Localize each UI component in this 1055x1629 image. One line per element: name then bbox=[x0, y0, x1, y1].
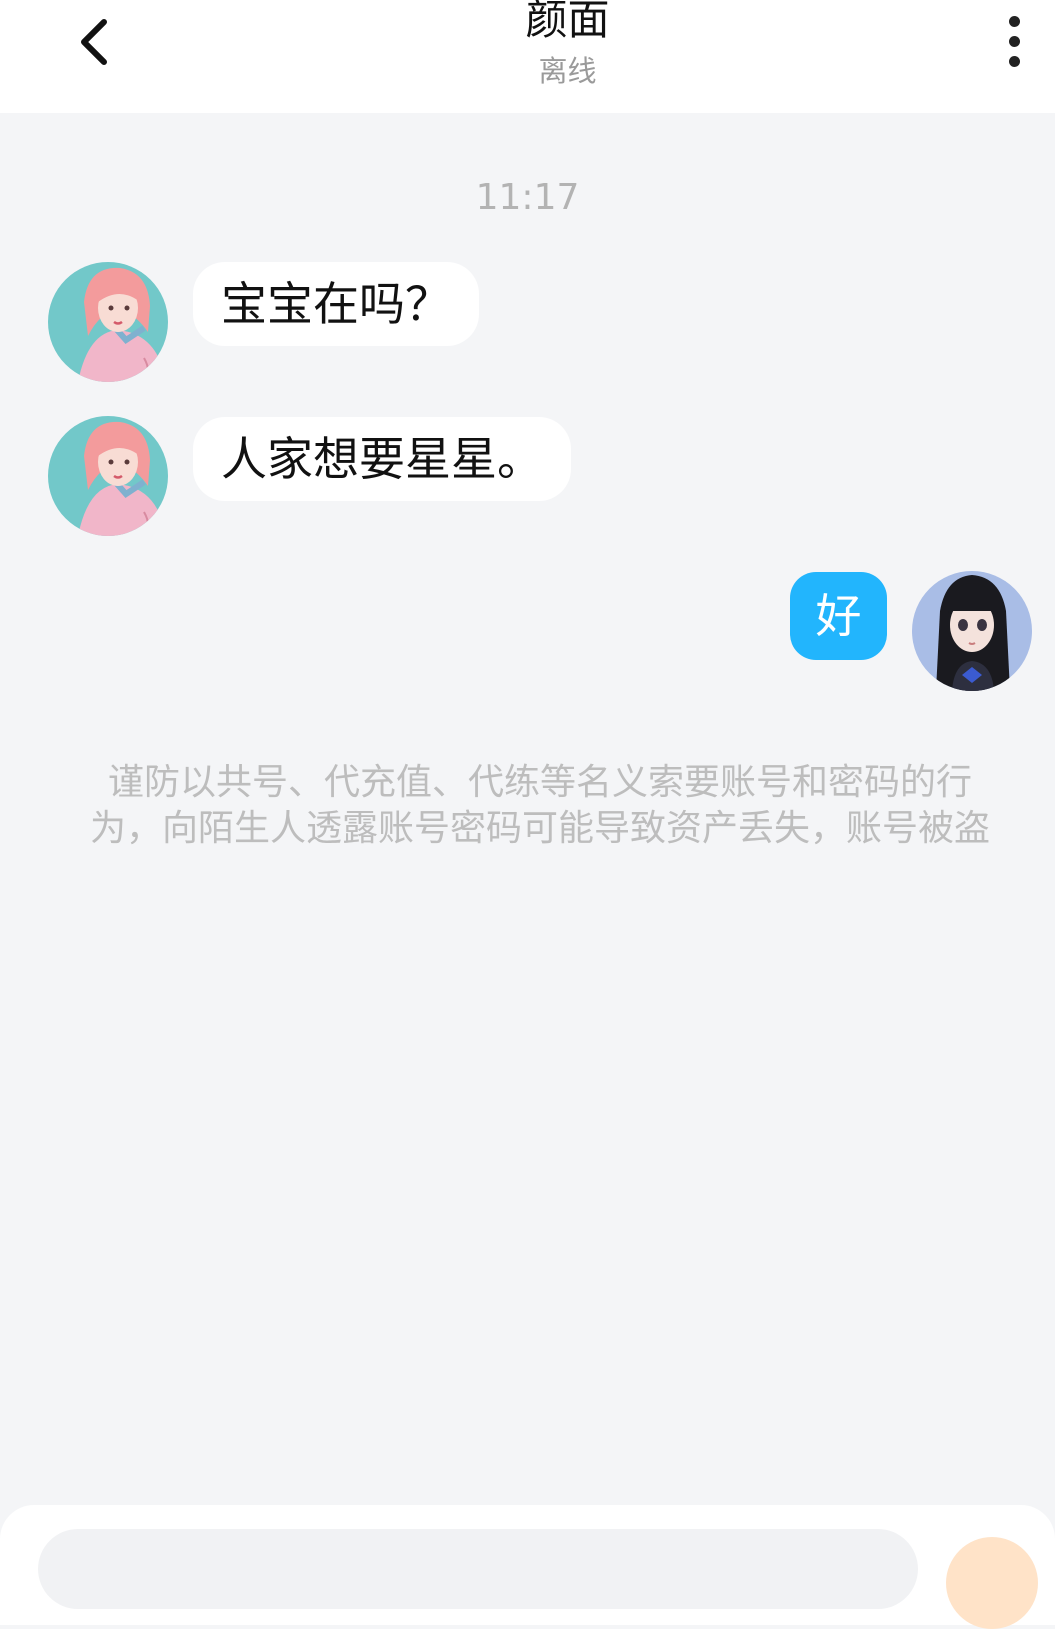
message-bubble[interactable]: 人家想要星星。 bbox=[193, 417, 571, 501]
message-input[interactable] bbox=[38, 1529, 918, 1609]
contact-avatar[interactable] bbox=[48, 416, 168, 536]
my-avatar[interactable] bbox=[912, 571, 1032, 691]
message-text: 宝宝在吗？ bbox=[221, 277, 451, 331]
more-vertical-icon bbox=[1008, 15, 1020, 27]
contact-name: 颜面 bbox=[525, 0, 610, 44]
emoji-icon[interactable] bbox=[946, 1537, 1038, 1629]
chat-header: 颜面 离线 bbox=[0, 0, 1055, 113]
more-options-button[interactable] bbox=[984, 8, 1044, 74]
my-message-bubble[interactable]: 好 bbox=[790, 572, 887, 660]
contact-status: 离线 bbox=[538, 54, 597, 88]
input-bar bbox=[0, 1505, 1055, 1629]
message-bubble[interactable]: 宝宝在吗？ bbox=[193, 262, 479, 346]
message-text: 人家想要星星。 bbox=[221, 432, 543, 486]
contact-avatar[interactable] bbox=[48, 262, 168, 382]
message-text: 好 bbox=[815, 589, 862, 643]
security-notice: 谨防以共号、代充值、代练等名义索要账号和密码的行为，向陌生人透露账号密码可能导致… bbox=[89, 762, 990, 849]
message-timestamp: 11:17 bbox=[475, 177, 580, 218]
